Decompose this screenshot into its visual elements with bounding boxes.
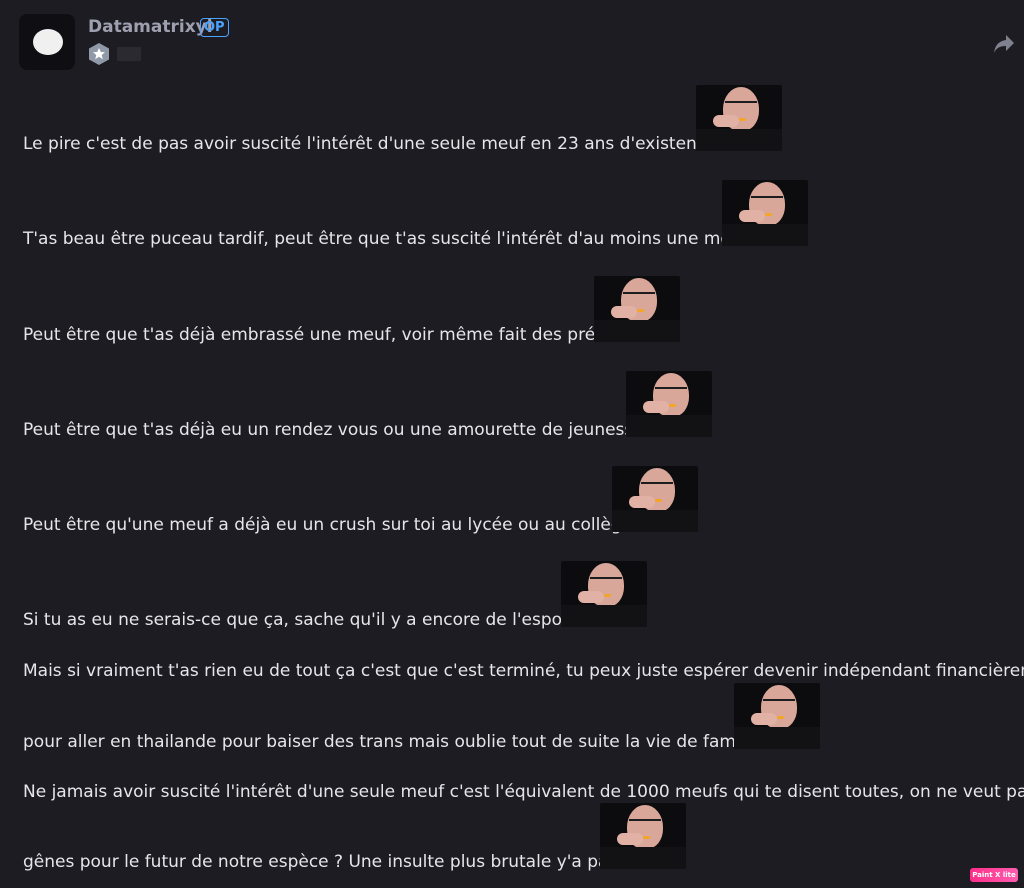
post-line: Peut être que t'as déjà embrassé une meu…	[23, 325, 614, 345]
post-line: Ne jamais avoir suscité l'intérêt d'une …	[23, 782, 1024, 802]
author-name[interactable]: Datamatrixyl	[88, 17, 213, 37]
jvc-emoji-icon	[594, 276, 680, 342]
share-arrow-icon[interactable]	[993, 34, 1015, 54]
post-line: T'as beau être puceau tardif, peut être …	[23, 229, 748, 249]
jvc-emoji-icon	[612, 466, 698, 532]
post-line: Peut être que t'as déjà eu un rendez vou…	[23, 420, 644, 440]
post-header: Datamatrixyl OP	[19, 14, 1024, 74]
post-line: Mais si vraiment t'as rien eu de tout ça…	[23, 661, 1024, 681]
forum-post: Datamatrixyl OP Le pire c'est de pas avo…	[0, 0, 1024, 888]
avatar-face-icon	[33, 29, 63, 55]
jvc-emoji-icon	[734, 683, 820, 749]
jvc-emoji-icon	[600, 803, 686, 869]
jvc-emoji-icon	[696, 85, 782, 151]
post-line: Peut être qu'une meuf a déjà eu un crush…	[23, 515, 633, 535]
post-line: pour aller en thailande pour baiser des …	[23, 732, 761, 752]
post-line: gênes pour le futur de notre espèce ? Un…	[23, 852, 618, 872]
rank-star-icon	[89, 43, 109, 65]
jvc-emoji-icon	[626, 371, 712, 437]
op-badge: OP	[200, 18, 229, 37]
avatar[interactable]	[19, 14, 75, 70]
paint-x-lite-watermark: Paint X lite	[970, 868, 1018, 882]
jvc-emoji-icon	[722, 180, 808, 246]
post-line: Si tu as eu ne serais-ce que ça, sache q…	[23, 610, 574, 630]
jvc-emoji-icon	[561, 561, 647, 627]
post-line: Le pire c'est de pas avoir suscité l'int…	[23, 134, 717, 154]
zero-tout-icon	[117, 47, 141, 61]
